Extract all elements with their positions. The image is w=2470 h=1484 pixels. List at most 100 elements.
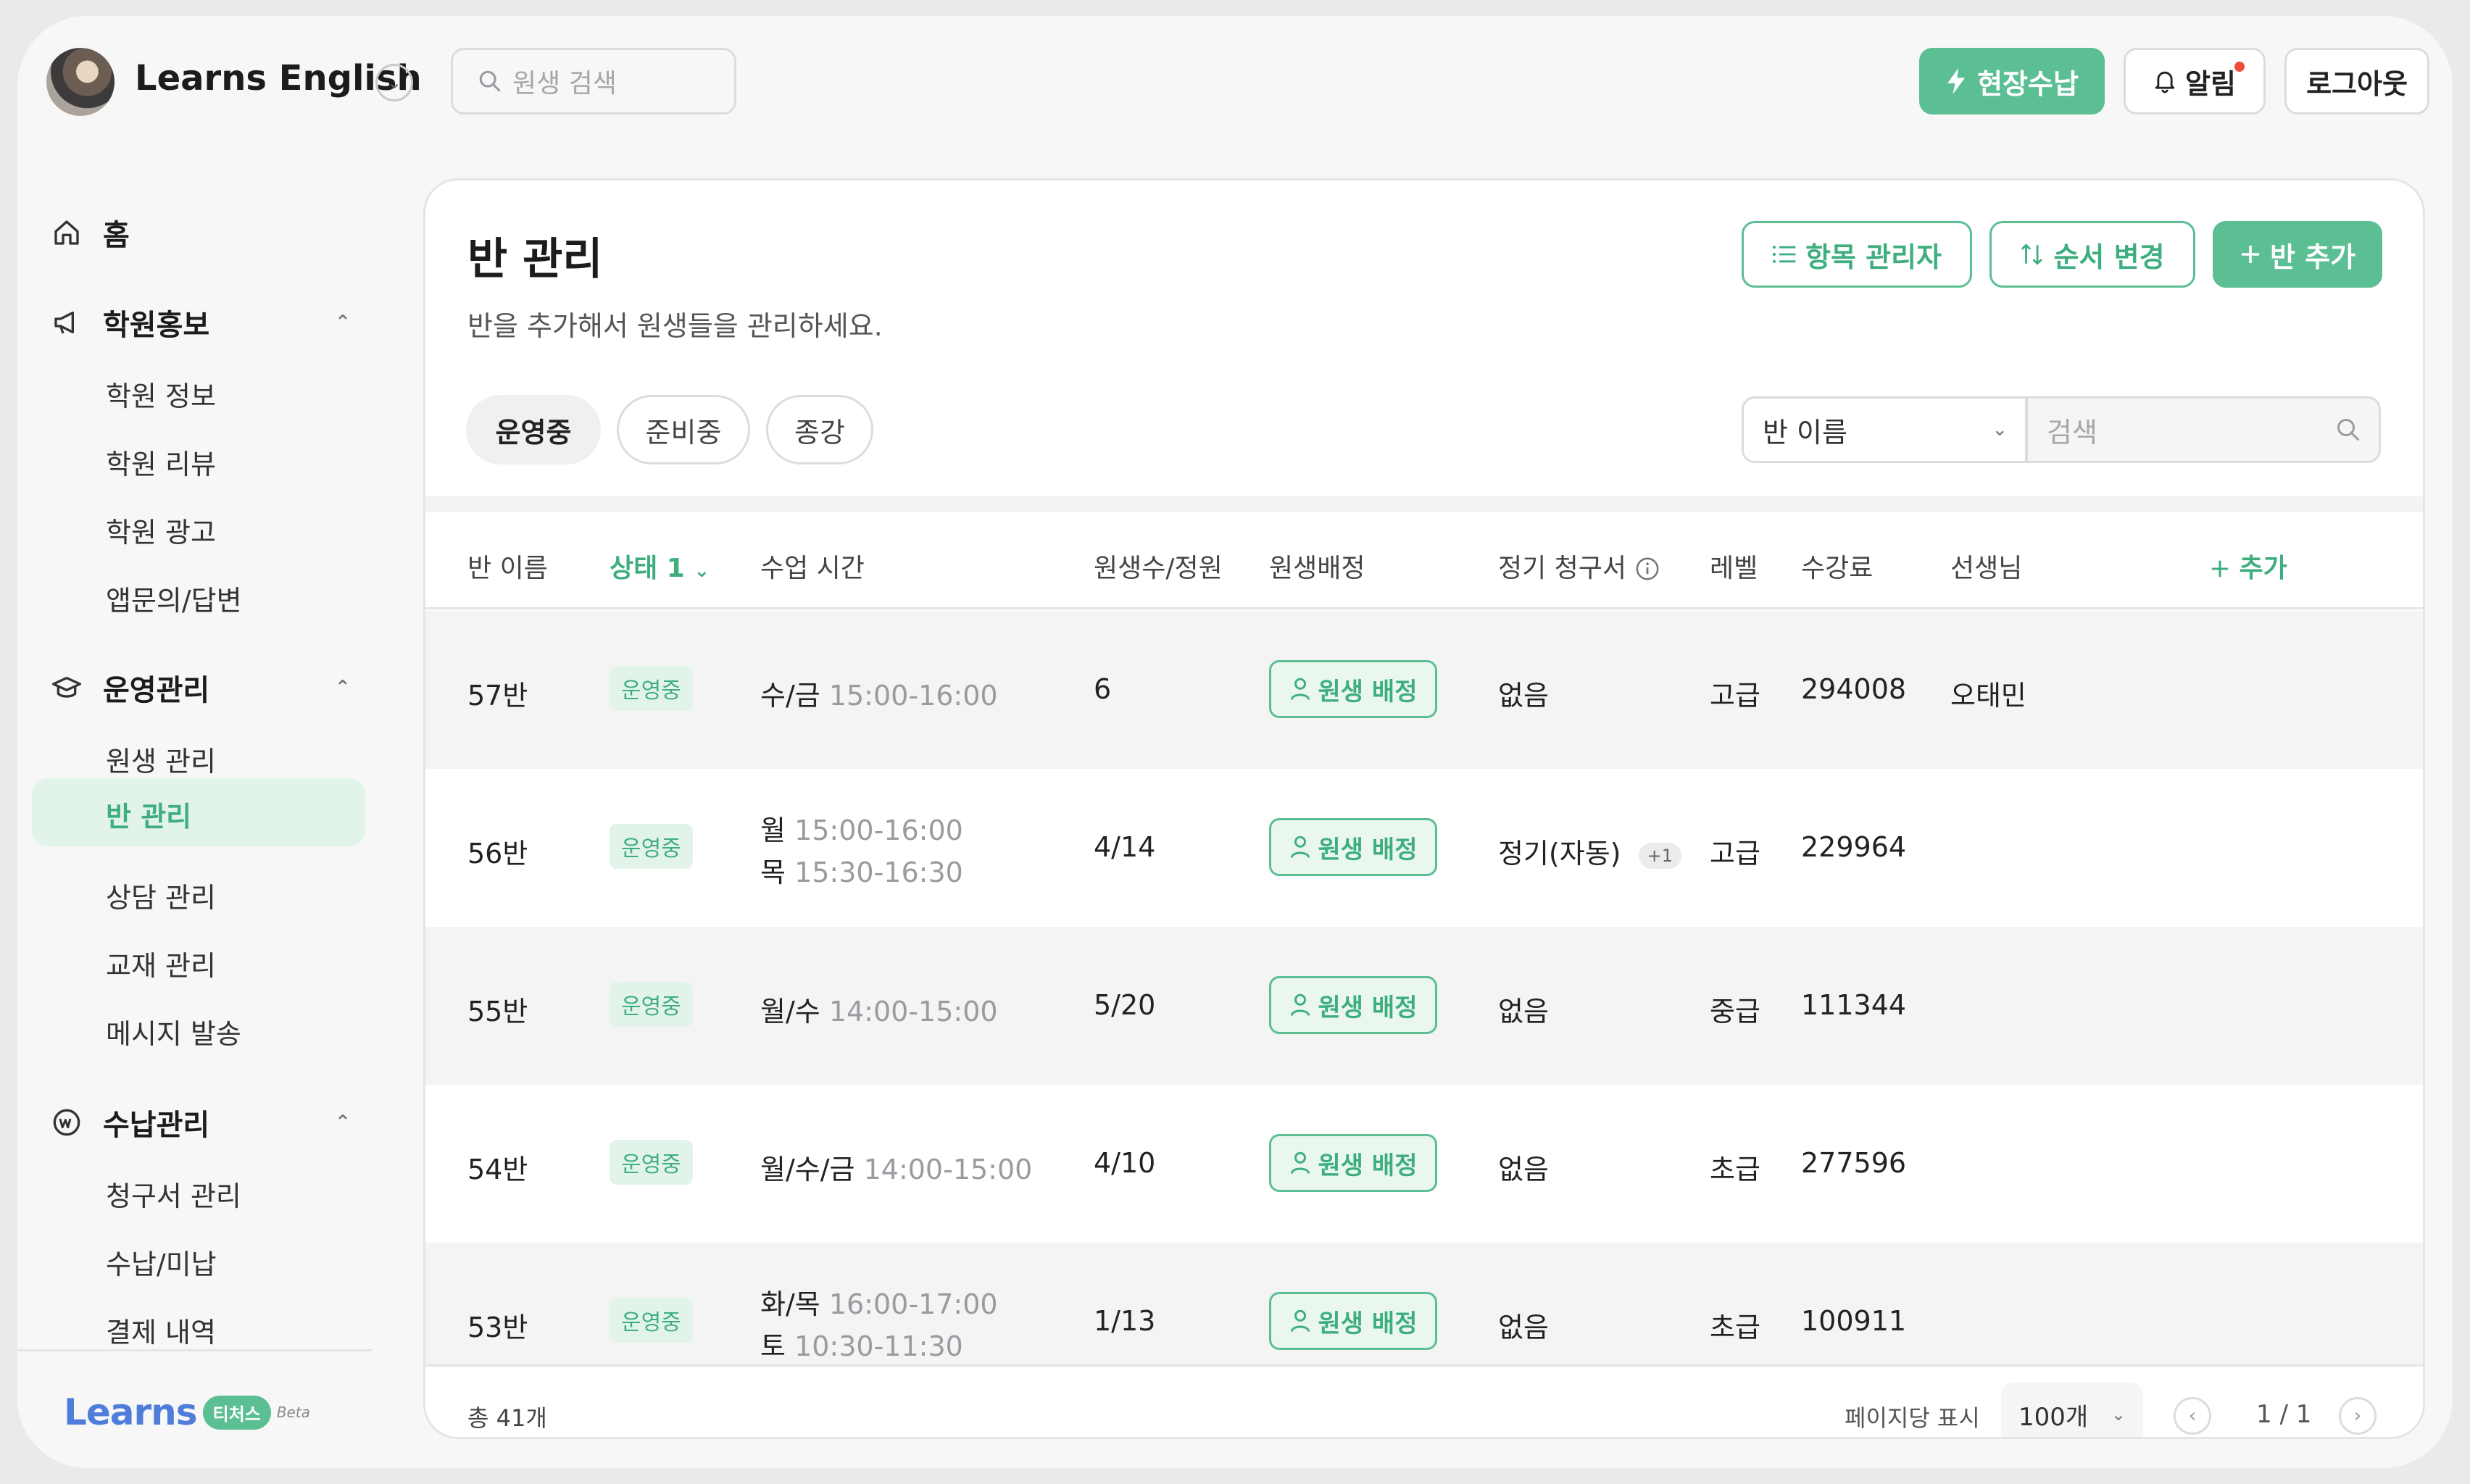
class-name[interactable]: 54반 xyxy=(467,1147,528,1187)
student-search-input[interactable]: 원생 검색 xyxy=(451,48,736,114)
sidebar-item-messages[interactable]: 메시지 발송 xyxy=(106,1012,241,1051)
search-icon[interactable] xyxy=(2335,417,2361,443)
sidebar-group-payments[interactable]: 수납관리 ⌃ xyxy=(52,1101,351,1143)
class-days: 월/수 xyxy=(760,996,820,1027)
table-row[interactable]: 54반 운영중 월/수/금 14:00-15:00 4/10 원생 배정 없음 초급 2775… xyxy=(425,1085,2423,1243)
table-row[interactable]: 57반 운영중 수/금 15:00-16:00 6 원생 배정 없음 고급 294008 오태민 xyxy=(425,611,2423,769)
brand-word: Learns xyxy=(64,1391,198,1433)
notification-button[interactable]: 알림 xyxy=(2124,48,2266,114)
top-bar: Learns English ⌄ 원생 검색 현장수납 알림 로그아웃 xyxy=(17,16,2453,146)
class-name[interactable]: 55반 xyxy=(467,989,528,1029)
class-days: 목 xyxy=(760,856,786,888)
sidebar-item-invoices[interactable]: 청구서 관리 xyxy=(106,1174,241,1214)
status-badge: 운영중 xyxy=(610,824,693,869)
sidebar: 홈 학원홍보 ⌃ 학원 정보 학원 리뷰 학원 광고 앱문의/답변 운영관리 ⌃… xyxy=(17,161,373,1433)
assign-students-button[interactable]: 원생 배정 xyxy=(1269,976,1437,1034)
student-count: 5/20 xyxy=(1094,989,1156,1021)
table-row[interactable]: 56반 운영중 월 15:00-16:00 목 15:30-16:30 4/14 원생 배… xyxy=(425,769,2423,927)
megaphone-icon xyxy=(54,312,75,334)
item-manager-button[interactable]: 항목 관리자 xyxy=(1742,221,1972,288)
collapse-chevron-icon[interactable]: ⌃ xyxy=(335,1112,351,1133)
invoice-extra-badge: +1 xyxy=(1638,842,1681,869)
reorder-button[interactable]: 순서 변경 xyxy=(1989,221,2195,288)
next-page-button[interactable]: › xyxy=(2339,1397,2377,1435)
sidebar-group-label: 학원홍보 xyxy=(103,309,210,342)
search-placeholder: 원생 검색 xyxy=(512,69,617,99)
graduation-cap-icon xyxy=(52,677,81,698)
sidebar-item-textbooks[interactable]: 교재 관리 xyxy=(106,943,216,983)
class-name[interactable]: 57반 xyxy=(467,673,528,713)
class-days: 화/목 xyxy=(760,1288,820,1320)
org-avatar[interactable] xyxy=(46,48,115,116)
sidebar-home-label: 홈 xyxy=(103,219,130,252)
col-class-name[interactable]: 반 이름 xyxy=(467,547,548,585)
tuition-fee: 100911 xyxy=(1801,1305,1907,1337)
sidebar-active-highlight xyxy=(32,778,365,846)
chevron-down-icon: ⌄ xyxy=(2111,1404,2126,1425)
class-name[interactable]: 53반 xyxy=(467,1305,528,1345)
chevron-down-icon: ⌄ xyxy=(694,560,710,582)
class-name[interactable]: 56반 xyxy=(467,831,528,871)
chevron-right-icon: › xyxy=(2353,1405,2362,1427)
prev-page-button[interactable]: ‹ xyxy=(2174,1397,2211,1435)
chevron-down-icon: ⌄ xyxy=(1992,419,2008,441)
sidebar-item-students[interactable]: 원생 관리 xyxy=(106,739,216,779)
class-time: 14:00-15:00 xyxy=(863,1154,1033,1185)
sidebar-item-academy-review[interactable]: 학원 리뷰 xyxy=(106,442,216,482)
sidebar-group-label: 수납관리 xyxy=(103,1109,210,1142)
tuition-fee: 229964 xyxy=(1801,831,1907,863)
regular-invoice-value: 정기(자동) xyxy=(1498,838,1621,870)
sidebar-item-classes[interactable]: 반 관리 xyxy=(106,794,191,834)
sidebar-item-app-inquiry[interactable]: 앱문의/답변 xyxy=(106,578,242,618)
app-window: Learns English ⌄ 원생 검색 현장수납 알림 로그아웃 홈 학원… xyxy=(17,16,2453,1468)
student-count: 4/14 xyxy=(1094,831,1156,863)
assign-students-button[interactable]: 원생 배정 xyxy=(1269,1134,1437,1192)
sidebar-item-academy-info[interactable]: 학원 정보 xyxy=(106,374,216,414)
collapse-chevron-icon[interactable]: ⌃ xyxy=(335,677,351,699)
person-icon xyxy=(1290,1151,1310,1175)
class-time: 15:00-16:00 xyxy=(828,680,998,712)
sidebar-group-promotion[interactable]: 학원홍보 ⌃ xyxy=(52,301,351,343)
collapse-chevron-icon[interactable]: ⌃ xyxy=(335,312,351,333)
class-time: 15:30-16:30 xyxy=(794,856,963,888)
won-coin-icon xyxy=(53,1109,80,1136)
table-row[interactable]: 55반 운영중 월/수 14:00-15:00 5/20 원생 배정 없음 중급 111344 xyxy=(425,927,2423,1085)
regular-invoice: 없음 xyxy=(1498,989,1549,1029)
regular-invoice: 없음 xyxy=(1498,1305,1549,1345)
table-footer: 총 41개 페이지당 표시 100개 ⌄ ‹ 1 / 1 › xyxy=(425,1364,2423,1437)
table-body: 57반 운영중 수/금 15:00-16:00 6 원생 배정 없음 고급 294008 오태민… xyxy=(425,611,2423,1364)
student-count: 1/13 xyxy=(1094,1305,1156,1337)
reorder-label: 순서 변경 xyxy=(2053,241,2165,273)
sidebar-item-payment-history[interactable]: 결제 내역 xyxy=(106,1310,216,1350)
col-student-assign: 원생배정 xyxy=(1269,554,1365,583)
per-page-select[interactable]: 100개 ⌄ xyxy=(2001,1383,2143,1437)
status-badge: 운영중 xyxy=(610,666,693,711)
tab-preparing[interactable]: 준비중 xyxy=(617,395,750,464)
assign-students-label: 원생 배정 xyxy=(1318,835,1418,864)
sidebar-item-academy-ads[interactable]: 학원 광고 xyxy=(106,510,216,550)
org-switch-chevron-icon[interactable]: ⌄ xyxy=(375,64,413,101)
tab-ended[interactable]: 종강 xyxy=(766,395,873,464)
info-icon[interactable] xyxy=(1635,556,1660,581)
assign-students-button[interactable]: 원생 배정 xyxy=(1269,660,1437,718)
assign-students-button[interactable]: 원생 배정 xyxy=(1269,1292,1437,1350)
table-row[interactable]: 53반 운영중 화/목 16:00-17:00 토 10:30-11:30 1/13 원생… xyxy=(425,1243,2423,1364)
assign-students-button[interactable]: 원생 배정 xyxy=(1269,818,1437,876)
col-status-filter[interactable]: 상태 1 ⌄ xyxy=(610,547,710,585)
class-time: 10:30-11:30 xyxy=(794,1330,963,1362)
add-column-button[interactable]: 추가 xyxy=(2210,547,2287,585)
tab-running[interactable]: 운영중 xyxy=(466,395,601,464)
search-field-select[interactable]: 반 이름 ⌄ xyxy=(1742,396,2027,463)
class-time: 15:00-16:00 xyxy=(794,814,963,846)
class-search-input[interactable]: 검색 xyxy=(2026,396,2381,463)
class-time: 14:00-15:00 xyxy=(828,996,998,1027)
status-badge: 운영중 xyxy=(610,1140,693,1185)
sidebar-item-paid-unpaid[interactable]: 수납/미납 xyxy=(106,1242,217,1282)
logout-button[interactable]: 로그아웃 xyxy=(2284,48,2429,114)
sidebar-item-consulting[interactable]: 상담 관리 xyxy=(106,875,216,915)
onsite-payment-button[interactable]: 현장수납 xyxy=(1919,48,2105,114)
col-class-time: 수업 시간 xyxy=(760,554,865,583)
sidebar-item-home[interactable]: 홈 xyxy=(52,212,130,254)
sidebar-group-operations[interactable]: 운영관리 ⌃ xyxy=(52,667,351,709)
add-class-button[interactable]: 반 추가 xyxy=(2213,221,2382,288)
